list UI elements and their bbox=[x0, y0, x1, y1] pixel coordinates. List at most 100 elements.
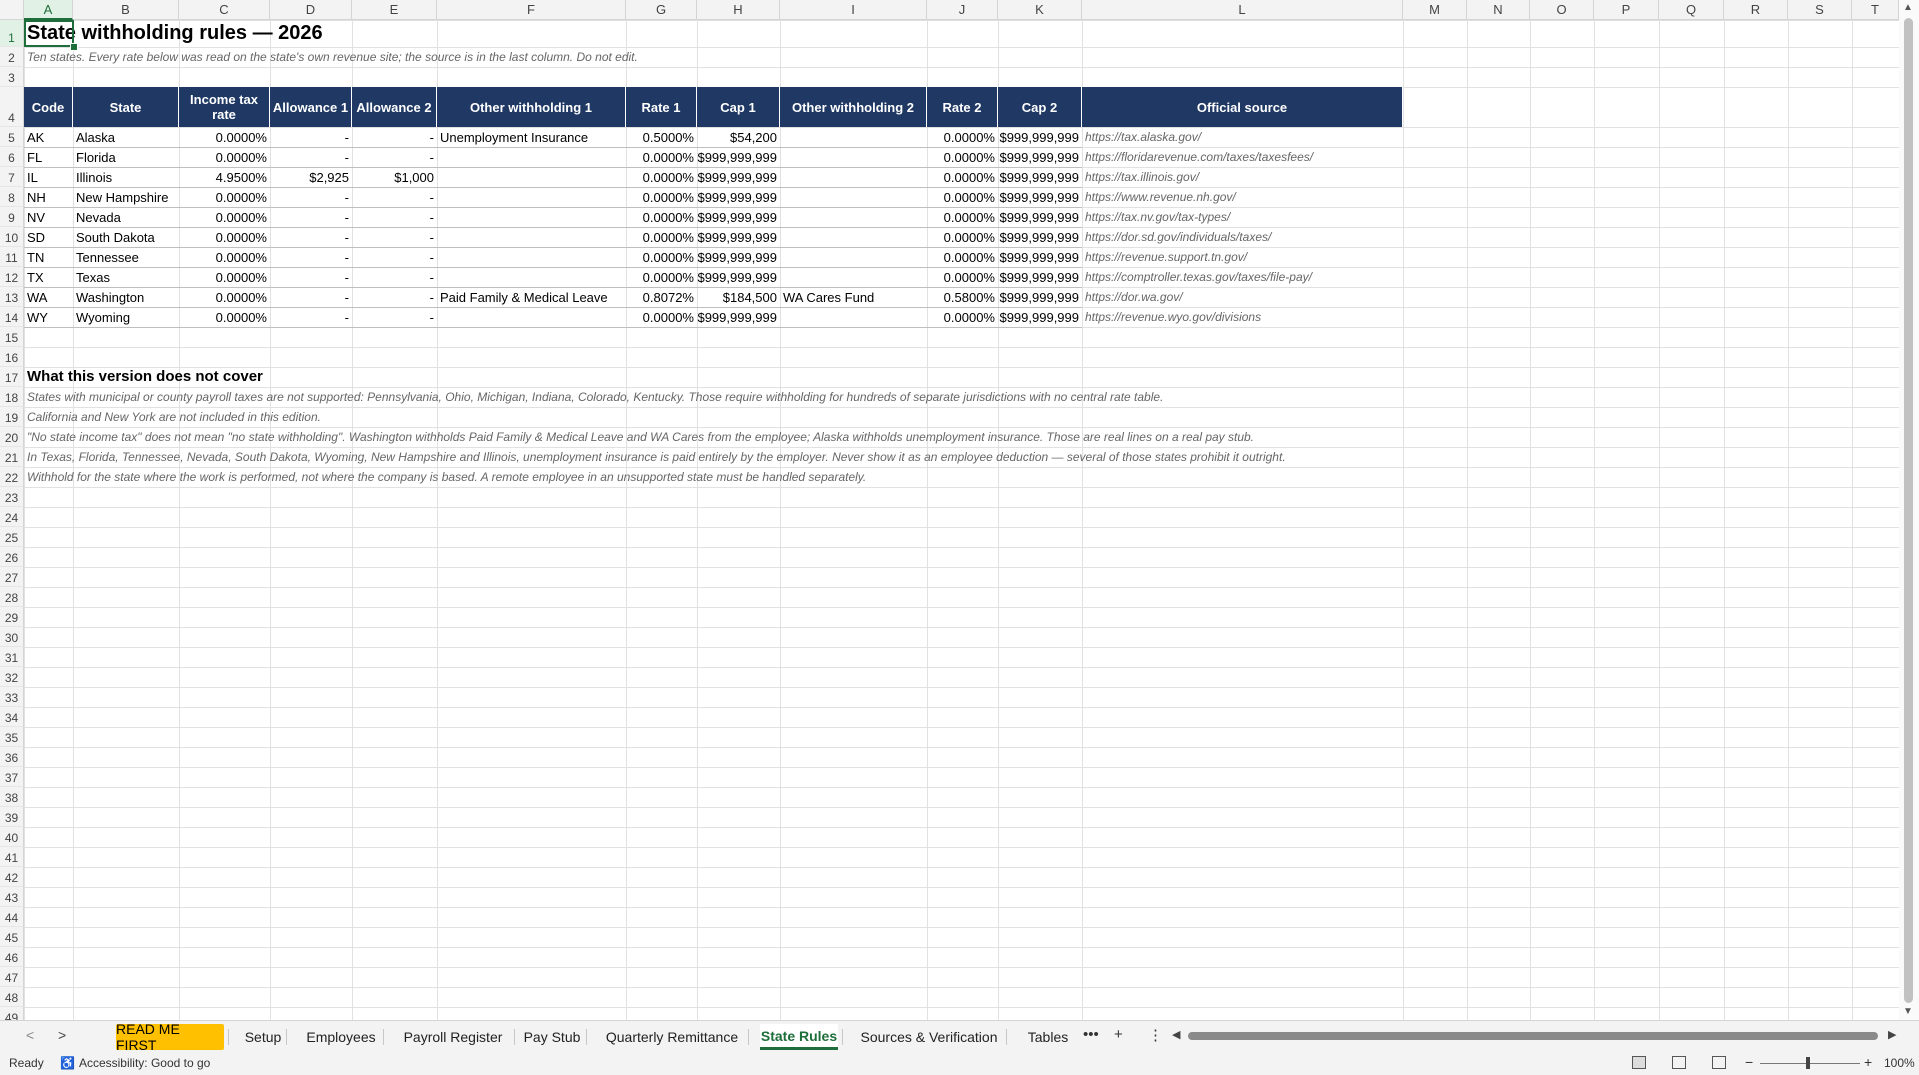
sheet-tab[interactable]: Employees bbox=[303, 1024, 379, 1050]
table-cell[interactable]: $999,999,999 bbox=[998, 307, 1082, 327]
column-header[interactable]: I bbox=[780, 0, 927, 20]
row-header[interactable]: 18 bbox=[0, 387, 24, 407]
scroll-right-icon[interactable]: ▶ bbox=[1888, 1028, 1896, 1041]
table-cell[interactable]: 0.5000% bbox=[626, 127, 697, 147]
table-cell[interactable]: 0.0000% bbox=[927, 247, 998, 267]
column-header[interactable]: Q bbox=[1659, 0, 1724, 20]
table-cell[interactable] bbox=[437, 227, 626, 247]
chevron-left-icon[interactable]: < bbox=[26, 1027, 34, 1043]
table-cell[interactable]: $999,999,999 bbox=[697, 267, 780, 287]
table-cell[interactable]: $999,999,999 bbox=[998, 187, 1082, 207]
table-cell[interactable]: 0.0000% bbox=[626, 207, 697, 227]
source-link-cell[interactable]: https://revenue.wyo.gov/divisions bbox=[1082, 307, 1403, 327]
zoom-in-button[interactable]: + bbox=[1864, 1054, 1872, 1070]
table-header-cell[interactable]: Cap 1 bbox=[697, 87, 780, 127]
table-cell[interactable] bbox=[437, 207, 626, 227]
table-header-cell[interactable]: State bbox=[73, 87, 179, 127]
sheet-tab[interactable]: Sources & Verification bbox=[856, 1024, 1002, 1050]
source-link-cell[interactable]: https://dor.wa.gov/ bbox=[1082, 287, 1403, 307]
table-cell[interactable]: Florida bbox=[73, 147, 179, 167]
row-header[interactable]: 6 bbox=[0, 147, 24, 167]
table-cell[interactable]: - bbox=[352, 227, 437, 247]
row-header[interactable]: 31 bbox=[0, 647, 24, 667]
page-break-view-icon[interactable] bbox=[1712, 1056, 1726, 1069]
sheet-tab[interactable]: Setup bbox=[244, 1024, 282, 1050]
table-cell[interactable]: 0.0000% bbox=[927, 147, 998, 167]
table-cell[interactable]: $999,999,999 bbox=[697, 187, 780, 207]
table-cell[interactable]: 0.0000% bbox=[626, 267, 697, 287]
column-header[interactable]: O bbox=[1530, 0, 1594, 20]
table-cell[interactable]: 0.0000% bbox=[927, 127, 998, 147]
table-cell[interactable]: SD bbox=[24, 227, 73, 247]
table-cell[interactable] bbox=[437, 187, 626, 207]
table-header-cell[interactable]: Code bbox=[24, 87, 73, 127]
table-header-cell[interactable]: Cap 2 bbox=[998, 87, 1082, 127]
table-cell[interactable] bbox=[780, 207, 927, 227]
table-cell[interactable]: 0.0000% bbox=[179, 247, 270, 267]
table-cell[interactable]: - bbox=[270, 127, 352, 147]
zoom-out-button[interactable]: − bbox=[1745, 1054, 1753, 1070]
chevron-right-icon[interactable]: > bbox=[58, 1027, 66, 1043]
table-cell[interactable]: $999,999,999 bbox=[697, 247, 780, 267]
sheet-tab[interactable]: Pay Stub bbox=[522, 1024, 582, 1050]
row-header[interactable]: 15 bbox=[0, 327, 24, 347]
table-cell[interactable]: 0.0000% bbox=[927, 227, 998, 247]
vertical-scroll-thumb[interactable] bbox=[1904, 18, 1913, 1003]
zoom-slider-knob[interactable] bbox=[1806, 1057, 1810, 1069]
table-cell[interactable]: TN bbox=[24, 247, 73, 267]
table-cell[interactable]: Unemployment Insurance bbox=[437, 127, 626, 147]
row-header[interactable]: 48 bbox=[0, 987, 24, 1007]
table-cell[interactable]: NH bbox=[24, 187, 73, 207]
table-cell[interactable]: 0.5800% bbox=[927, 287, 998, 307]
table-cell[interactable]: WA bbox=[24, 287, 73, 307]
source-link-cell[interactable]: https://tax.nv.gov/tax-types/ bbox=[1082, 207, 1403, 227]
table-cell[interactable]: $2,925 bbox=[270, 167, 352, 187]
table-cell[interactable]: 0.0000% bbox=[179, 147, 270, 167]
table-cell[interactable]: 0.0000% bbox=[626, 147, 697, 167]
row-header[interactable]: 16 bbox=[0, 347, 24, 367]
table-cell[interactable]: - bbox=[270, 147, 352, 167]
table-header-cell[interactable]: Rate 1 bbox=[626, 87, 697, 127]
row-header[interactable]: 29 bbox=[0, 607, 24, 627]
table-cell[interactable]: - bbox=[352, 267, 437, 287]
normal-view-icon[interactable] bbox=[1632, 1056, 1646, 1069]
row-header[interactable]: 1 bbox=[0, 20, 24, 47]
table-cell[interactable]: 0.0000% bbox=[927, 167, 998, 187]
column-header[interactable]: K bbox=[998, 0, 1082, 20]
table-cell[interactable]: FL bbox=[24, 147, 73, 167]
row-header[interactable]: 30 bbox=[0, 627, 24, 647]
row-header[interactable]: 21 bbox=[0, 447, 24, 467]
sheet-tab[interactable]: Tables bbox=[1022, 1024, 1074, 1050]
sheet-tab[interactable]: Quarterly Remittance bbox=[600, 1024, 744, 1050]
table-cell[interactable] bbox=[780, 127, 927, 147]
row-header[interactable]: 32 bbox=[0, 667, 24, 687]
table-cell[interactable]: $999,999,999 bbox=[697, 307, 780, 327]
row-header[interactable]: 42 bbox=[0, 867, 24, 887]
row-header[interactable]: 20 bbox=[0, 427, 24, 447]
row-header[interactable]: 3 bbox=[0, 67, 24, 87]
sheet-tab[interactable]: READ ME FIRST bbox=[116, 1021, 224, 1053]
source-link-cell[interactable]: https://tax.alaska.gov/ bbox=[1082, 127, 1403, 147]
table-cell[interactable]: - bbox=[352, 247, 437, 267]
table-cell[interactable] bbox=[780, 167, 927, 187]
row-header[interactable]: 49 bbox=[0, 1007, 24, 1020]
table-cell[interactable]: $999,999,999 bbox=[697, 167, 780, 187]
sheet-tab[interactable]: State Rules bbox=[760, 1024, 838, 1050]
row-header[interactable]: 34 bbox=[0, 707, 24, 727]
table-cell[interactable]: - bbox=[270, 267, 352, 287]
page-layout-view-icon[interactable] bbox=[1672, 1056, 1686, 1069]
zoom-level[interactable]: 100% bbox=[1884, 1056, 1915, 1070]
table-cell[interactable]: $184,500 bbox=[697, 287, 780, 307]
table-cell[interactable]: $999,999,999 bbox=[998, 147, 1082, 167]
table-cell[interactable]: $999,999,999 bbox=[998, 227, 1082, 247]
column-header[interactable]: M bbox=[1403, 0, 1467, 20]
table-cell[interactable]: South Dakota bbox=[73, 227, 179, 247]
row-header[interactable]: 24 bbox=[0, 507, 24, 527]
horizontal-scroll-thumb[interactable] bbox=[1188, 1032, 1878, 1040]
table-cell[interactable]: 0.0000% bbox=[179, 307, 270, 327]
table-cell[interactable]: 0.0000% bbox=[626, 247, 697, 267]
column-header[interactable]: A bbox=[24, 0, 73, 20]
tab-options-icon[interactable]: ⋮ bbox=[1148, 1026, 1163, 1044]
table-cell[interactable]: Washington bbox=[73, 287, 179, 307]
table-cell[interactable]: - bbox=[270, 187, 352, 207]
